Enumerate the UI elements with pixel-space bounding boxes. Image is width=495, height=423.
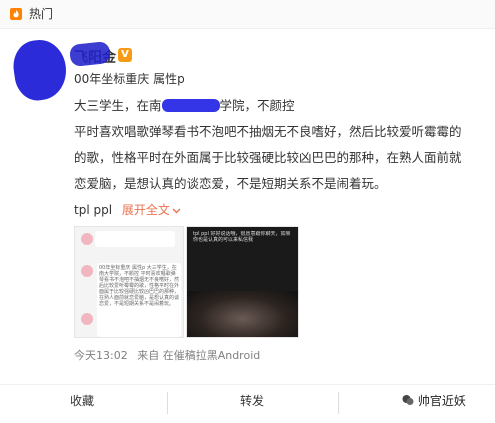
watermark: 帅官近妖 — [402, 392, 466, 409]
post-text-line-3: 的歌，性格平时在外面属于比较强硬比较凶巴巴的那种，在熟人面前就 — [74, 150, 462, 165]
post-text-line-4: 恋爱脑，是想认真的谈恋爱，不是短期关系不是闹着玩。 — [74, 176, 387, 191]
text-segment-a: 大三学生，在南 — [74, 98, 162, 113]
avatar[interactable] — [10, 36, 70, 104]
tag-label: 热门 — [29, 7, 54, 21]
time-source: 今天13:02 来自 在催稿拉黑Android — [74, 347, 260, 363]
expand-link[interactable]: 展开全文 — [122, 203, 181, 217]
image-thumbnail-2[interactable]: tpl ppl 好好说话哦，很愿意跟你聊天，如果你也是认真的可以来私信我 — [186, 226, 299, 338]
photo-face — [187, 291, 298, 337]
chat-bubble-1 — [95, 231, 175, 247]
post-text-line-2: 平时喜欢唱歌弹琴看书不泡吧不抽烟无不良嗜好，然后比较爱听霉霉的 — [74, 124, 462, 139]
source-text: 来自 在催稿拉黑Android — [137, 349, 261, 362]
divider — [0, 384, 495, 385]
hot-topic-icon — [10, 8, 22, 20]
tag-bar — [0, 0, 495, 29]
verified-badge-icon: V — [118, 48, 132, 62]
chat-avatar-1 — [81, 233, 93, 245]
chat-text-1: 00年坐标重庆 属性p 大三学生，在南大学院，不颜控 平时喜欢唱歌弹琴看书不泡吧… — [97, 263, 181, 337]
divider — [167, 392, 168, 414]
chevron-down-icon — [172, 208, 181, 214]
chat-avatar-3 — [81, 313, 93, 325]
image-thumbnail-1[interactable]: 00年坐标重庆 属性p 大三学生，在南大学院，不颜控 平时喜欢唱歌弹琴看书不泡吧… — [74, 226, 184, 338]
timestamp: 今天13:02 — [74, 349, 128, 362]
post-text-line-1: 大三学生，在南 学院，不颜控 — [74, 95, 492, 117]
repost-button[interactable]: 转发 — [240, 392, 264, 409]
profile-line: 00年坐标重庆 属性p — [74, 72, 185, 86]
text-redaction — [161, 99, 220, 112]
chat-avatar-2 — [81, 265, 93, 277]
chat-text-2: tpl ppl 好好说话哦，很愿意跟你聊天，如果你也是认真的可以来私信我 — [193, 231, 291, 243]
collect-button[interactable]: 收藏 — [70, 392, 94, 409]
text-segment-b: 学院，不颜控 — [219, 98, 295, 113]
tags-and-expand: tpl ppl 展开全文 — [74, 201, 181, 218]
wechat-logo-icon — [402, 395, 414, 405]
divider — [338, 392, 339, 414]
tags-text: tpl ppl — [74, 203, 113, 217]
